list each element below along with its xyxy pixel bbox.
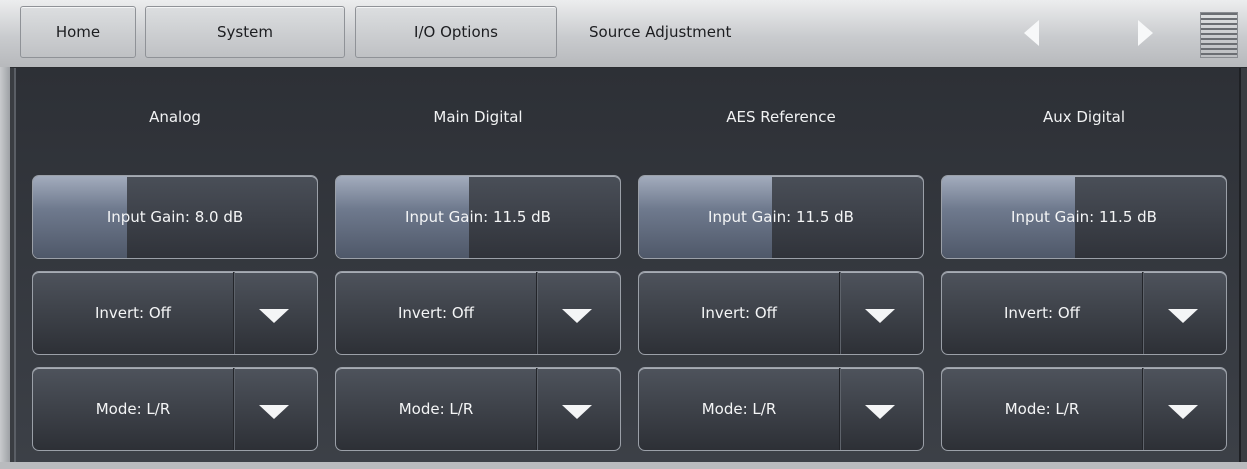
dropdown-divider (839, 272, 840, 354)
invert-label: Invert: Off (700, 304, 778, 322)
menu-grid-icon[interactable] (1200, 12, 1238, 58)
dropdown-arrow-icon[interactable] (562, 405, 592, 419)
invert-dropdown-aes-reference[interactable]: Invert: Off (638, 271, 924, 355)
invert-dropdown-aux-digital[interactable]: Invert: Off (941, 271, 1227, 355)
input-gain-label: Input Gain: 11.5 dB (708, 208, 854, 226)
dropdown-divider (233, 368, 234, 450)
frame-bottom-edge (0, 462, 1247, 469)
mode-dropdown-aes-reference[interactable]: Mode: L/R (638, 367, 924, 451)
column-title-aes-reference: AES Reference (726, 108, 836, 126)
dropdown-arrow-icon[interactable] (1168, 309, 1198, 323)
tab-home[interactable]: Home (20, 6, 136, 58)
mode-dropdown-analog[interactable]: Mode: L/R (32, 367, 318, 451)
column-title-aux-digital: Aux Digital (1042, 108, 1126, 126)
top-navigation-bar: Home System I/O Options Source Adjustmen… (0, 0, 1247, 68)
dropdown-divider (536, 368, 537, 450)
invert-dropdown-main-digital[interactable]: Invert: Off (335, 271, 621, 355)
frame-left-edge (0, 67, 10, 469)
mode-label: Mode: L/R (701, 400, 777, 418)
mode-dropdown-main-digital[interactable]: Mode: L/R (335, 367, 621, 451)
column-title-analog: Analog (149, 108, 201, 126)
dropdown-divider (839, 368, 840, 450)
invert-label: Invert: Off (1003, 304, 1081, 322)
mode-label: Mode: L/R (398, 400, 474, 418)
input-gain-button-aux-digital[interactable]: Input Gain: 11.5 dB (941, 175, 1227, 259)
nav-forward-arrow-icon[interactable] (1138, 20, 1153, 46)
dropdown-arrow-icon[interactable] (259, 405, 289, 419)
breadcrumb-current-page: Source Adjustment (589, 23, 732, 41)
invert-label: Invert: Off (94, 304, 172, 322)
dropdown-arrow-icon[interactable] (562, 309, 592, 323)
invert-label: Invert: Off (397, 304, 475, 322)
invert-dropdown-analog[interactable]: Invert: Off (32, 271, 318, 355)
mode-label: Mode: L/R (95, 400, 171, 418)
dropdown-arrow-icon[interactable] (865, 405, 895, 419)
column-title-main-digital: Main Digital (433, 108, 523, 126)
dropdown-divider (1142, 368, 1143, 450)
input-gain-button-analog[interactable]: Input Gain: 8.0 dB (32, 175, 318, 259)
input-gain-button-aes-reference[interactable]: Input Gain: 11.5 dB (638, 175, 924, 259)
tab-io-options[interactable]: I/O Options (355, 6, 557, 58)
dropdown-arrow-icon[interactable] (1168, 405, 1198, 419)
mode-dropdown-aux-digital[interactable]: Mode: L/R (941, 367, 1227, 451)
tab-system[interactable]: System (145, 6, 345, 58)
dropdown-divider (536, 272, 537, 354)
nav-back-arrow-icon[interactable] (1024, 20, 1039, 46)
mode-label: Mode: L/R (1004, 400, 1080, 418)
input-gain-button-main-digital[interactable]: Input Gain: 11.5 dB (335, 175, 621, 259)
dropdown-arrow-icon[interactable] (865, 309, 895, 323)
input-gain-label: Input Gain: 8.0 dB (106, 208, 244, 226)
dropdown-divider (233, 272, 234, 354)
dropdown-arrow-icon[interactable] (259, 309, 289, 323)
input-gain-label: Input Gain: 11.5 dB (405, 208, 551, 226)
input-gain-label: Input Gain: 11.5 dB (1011, 208, 1157, 226)
dropdown-divider (1142, 272, 1143, 354)
